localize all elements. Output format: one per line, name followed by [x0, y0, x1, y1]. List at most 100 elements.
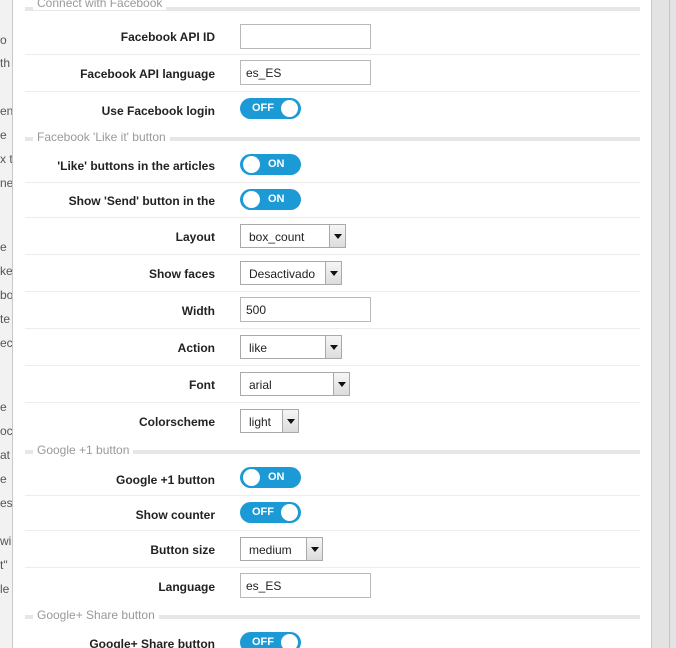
toggle-knob: [281, 634, 298, 648]
row-use-facebook-login: Use Facebook login OFF: [25, 92, 640, 128]
background-text: ke: [0, 264, 12, 278]
row-like-buttons-articles: 'Like' buttons in the articles ON: [25, 148, 640, 183]
select-value: Desactivado: [249, 267, 316, 281]
background-text: bo: [0, 288, 12, 302]
show-faces-select[interactable]: Desactivado: [240, 261, 342, 285]
chevron-down-icon[interactable]: [329, 225, 345, 247]
chevron-down-icon[interactable]: [306, 538, 322, 560]
scroll-edge: [669, 0, 670, 648]
row-show-send-button: Show 'Send' button in the ON: [25, 183, 640, 218]
background-text: e: [0, 128, 7, 142]
toggle-knob: [243, 156, 260, 173]
toggle-knob: [281, 100, 298, 117]
row-layout: Layout box_count: [25, 218, 640, 255]
field-label: Button size: [150, 543, 215, 557]
row-google-share-button: Google+ Share button OFF: [25, 626, 640, 648]
field-label: Google +1 button: [116, 473, 215, 487]
button-size-select[interactable]: medium: [240, 537, 323, 561]
action-select[interactable]: like: [240, 335, 342, 359]
select-value: medium: [249, 543, 292, 557]
select-value: arial: [249, 378, 272, 392]
right-gutter: [652, 0, 676, 648]
chevron-down-icon[interactable]: [325, 262, 341, 284]
section-title: Google +1 button: [33, 444, 134, 457]
field-label: Show counter: [135, 508, 215, 522]
row-width: Width: [25, 292, 640, 329]
row-colorscheme: Colorscheme light: [25, 403, 640, 440]
background-text: en: [0, 104, 12, 118]
toggle-state-text: ON: [268, 193, 285, 205]
field-label: Width: [181, 304, 215, 318]
show-counter-toggle[interactable]: OFF: [240, 502, 301, 523]
facebook-api-language-input[interactable]: [240, 60, 371, 85]
field-label: Show 'Send' button in the: [68, 194, 215, 208]
toggle-knob: [281, 504, 298, 521]
field-label: Show faces: [148, 267, 215, 281]
row-language: Language: [25, 568, 640, 605]
section-google-share: Google+ Share button: [25, 609, 640, 623]
field-label: Language: [158, 580, 215, 594]
toggle-knob: [243, 469, 260, 486]
chevron-down-icon[interactable]: [333, 373, 349, 395]
chevron-down-icon[interactable]: [325, 336, 341, 358]
toggle-state-text: ON: [268, 471, 285, 483]
row-button-size: Button size medium: [25, 531, 640, 568]
section-google-plus-one: Google +1 button: [25, 444, 640, 458]
select-value: like: [249, 341, 268, 355]
background-text: th: [0, 56, 11, 70]
row-font: Font arial: [25, 366, 640, 403]
background-page-strip: o th en e x t ne e ke bo te ec e oc at e…: [0, 0, 12, 648]
field-label: Facebook API ID: [120, 30, 215, 44]
field-label: Layout: [175, 230, 215, 244]
google-share-toggle[interactable]: OFF: [240, 632, 301, 648]
background-text: e: [0, 472, 7, 486]
use-facebook-login-toggle[interactable]: OFF: [240, 98, 301, 119]
layout-select[interactable]: box_count: [240, 224, 346, 248]
field-label: Colorscheme: [138, 415, 215, 429]
row-facebook-api-id: Facebook API ID: [25, 18, 640, 55]
like-buttons-articles-toggle[interactable]: ON: [240, 154, 301, 175]
background-text: ne: [0, 176, 12, 190]
settings-panel: Connect with Facebook Facebook API ID Fa…: [12, 0, 652, 648]
row-facebook-api-language: Facebook API language: [25, 55, 640, 92]
background-text: e: [0, 240, 7, 254]
background-text: at: [0, 448, 11, 462]
language-input[interactable]: [240, 573, 371, 598]
field-label: Action: [177, 341, 215, 355]
google-plus-one-toggle[interactable]: ON: [240, 467, 301, 488]
row-google-plus-one-button: Google +1 button ON: [25, 461, 640, 496]
select-value: box_count: [249, 230, 305, 244]
font-select[interactable]: arial: [240, 372, 350, 396]
background-text: t": [0, 558, 8, 572]
toggle-knob: [243, 191, 260, 208]
colorscheme-select[interactable]: light: [240, 409, 299, 433]
chevron-down-icon[interactable]: [282, 410, 298, 432]
select-value: light: [249, 415, 272, 429]
width-input[interactable]: [240, 297, 371, 322]
section-title: Facebook 'Like it' button: [33, 131, 170, 144]
toggle-state-text: OFF: [252, 102, 274, 114]
field-label: 'Like' buttons in the articles: [57, 159, 215, 173]
row-action: Action like: [25, 329, 640, 366]
background-text: x t: [0, 152, 12, 166]
section-facebook-like: Facebook 'Like it' button: [25, 131, 640, 145]
field-label: Facebook API language: [80, 67, 215, 81]
background-text: te: [0, 312, 11, 326]
section-title: Connect with Facebook: [33, 0, 167, 10]
show-send-button-toggle[interactable]: ON: [240, 189, 301, 210]
background-text: o: [0, 33, 7, 47]
field-label: Use Facebook login: [101, 104, 215, 118]
field-label: Google+ Share button: [89, 637, 215, 648]
toggle-state-text: OFF: [252, 506, 274, 518]
background-text: le: [0, 582, 10, 596]
toggle-state-text: ON: [268, 158, 285, 170]
background-text: oc: [0, 424, 12, 438]
row-show-counter: Show counter OFF: [25, 496, 640, 531]
section-title: Google+ Share button: [33, 609, 159, 622]
facebook-api-id-input[interactable]: [240, 24, 371, 49]
field-label: Font: [189, 378, 215, 392]
section-connect-facebook: Connect with Facebook: [25, 0, 640, 15]
background-text: es: [0, 496, 12, 510]
background-text: ec: [0, 336, 12, 350]
toggle-state-text: OFF: [252, 636, 274, 648]
